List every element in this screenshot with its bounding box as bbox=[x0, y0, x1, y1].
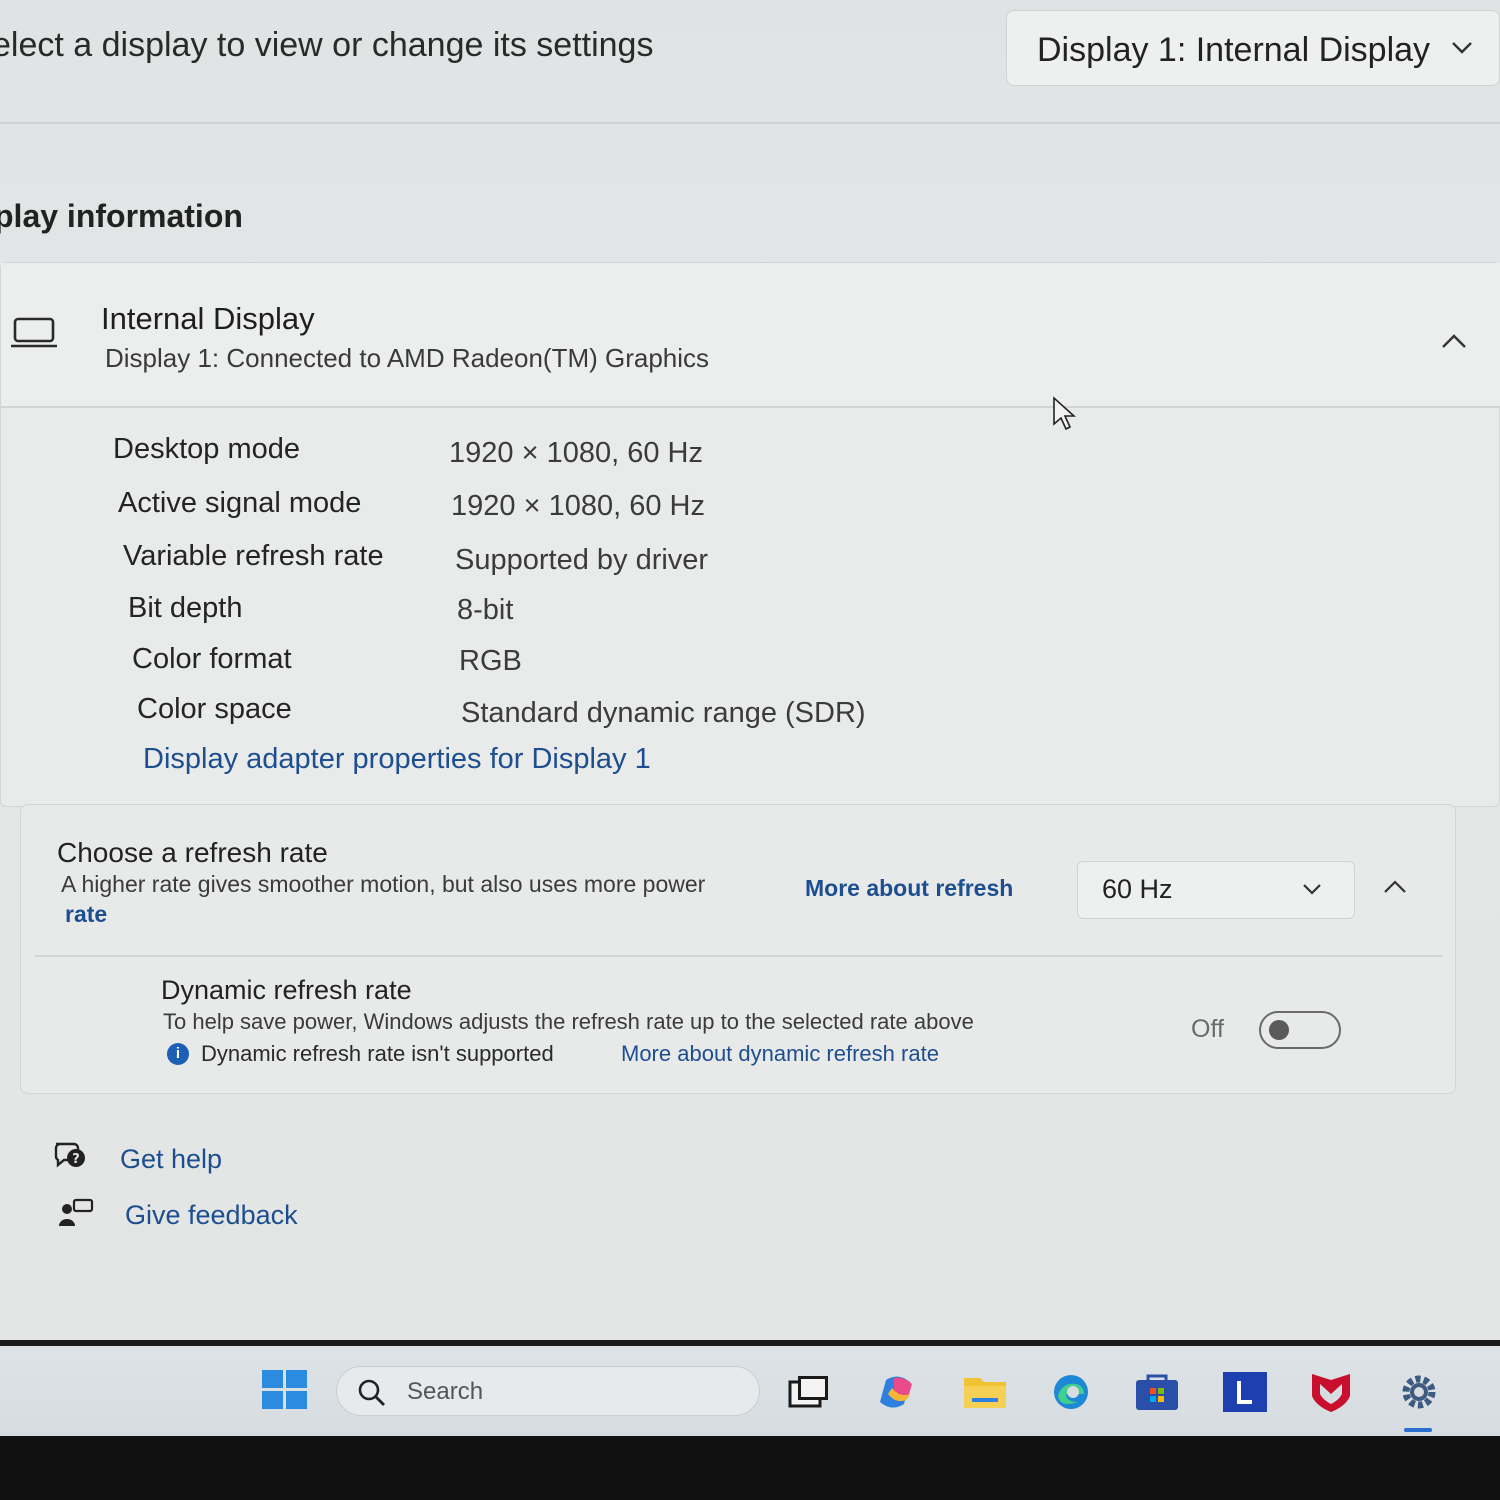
give-feedback-link[interactable]: Give feedback bbox=[125, 1200, 298, 1231]
info-label-vrr: Variable refresh rate bbox=[123, 540, 384, 572]
dynamic-refresh-description: To help save power, Windows adjusts the … bbox=[163, 1009, 974, 1034]
file-explorer-icon[interactable] bbox=[962, 1372, 1008, 1412]
dynamic-refresh-title: Dynamic refresh rate bbox=[161, 975, 412, 1005]
chevron-up-icon[interactable] bbox=[1441, 325, 1467, 356]
laptop-icon bbox=[11, 317, 57, 354]
display-name: Internal Display bbox=[101, 301, 315, 336]
task-view-icon[interactable] bbox=[786, 1372, 832, 1412]
divider bbox=[0, 122, 1500, 124]
get-help-icon: ? bbox=[52, 1140, 90, 1177]
info-label-color-format: Color format bbox=[132, 643, 292, 675]
taskbar-search[interactable]: Search bbox=[336, 1366, 760, 1416]
section-title: play information bbox=[0, 198, 243, 234]
edge-icon[interactable] bbox=[1048, 1372, 1094, 1412]
divider bbox=[35, 955, 1443, 957]
settings-window: elect a display to view or change its se… bbox=[0, 0, 1500, 1340]
info-value-color-format: RGB bbox=[459, 645, 522, 677]
chevron-down-icon bbox=[1451, 35, 1473, 61]
settings-icon[interactable] bbox=[1396, 1372, 1442, 1412]
svg-text:?: ? bbox=[72, 1152, 80, 1167]
get-help-link[interactable]: Get help bbox=[120, 1144, 222, 1175]
info-icon: i bbox=[167, 1043, 189, 1065]
mcafee-icon[interactable] bbox=[1308, 1372, 1354, 1412]
info-value-vrr: Supported by driver bbox=[455, 544, 709, 576]
display-adapter-properties-link[interactable]: Display adapter properties for Display 1 bbox=[143, 743, 651, 776]
info-value-active-signal: 1920 × 1080, 60 Hz bbox=[451, 490, 705, 522]
info-label-active-signal: Active signal mode bbox=[118, 487, 362, 519]
toggle-state-label: Off bbox=[1191, 1015, 1224, 1043]
info-label-desktop-mode: Desktop mode bbox=[113, 433, 300, 465]
display-info-card: Internal Display Display 1: Connected to… bbox=[0, 262, 1500, 807]
info-label-color-space: Color space bbox=[137, 693, 292, 725]
refresh-rate-title: Choose a refresh rate bbox=[57, 837, 328, 868]
info-value-color-space: Standard dynamic range (SDR) bbox=[461, 697, 866, 729]
lenovo-icon[interactable] bbox=[1222, 1372, 1268, 1412]
store-icon[interactable] bbox=[1134, 1372, 1180, 1412]
start-button[interactable] bbox=[262, 1370, 308, 1410]
refresh-rate-value: 60 Hz bbox=[1102, 874, 1173, 904]
active-app-indicator bbox=[1404, 1428, 1432, 1432]
mouse-cursor-icon bbox=[1052, 396, 1077, 437]
info-value-bit-depth: 8-bit bbox=[457, 594, 514, 626]
toggle-knob bbox=[1269, 1020, 1289, 1040]
more-about-refresh-link-wrap[interactable]: rate bbox=[65, 901, 107, 928]
dynamic-refresh-toggle[interactable] bbox=[1259, 1011, 1341, 1049]
give-feedback-icon bbox=[58, 1198, 94, 1235]
more-about-dynamic-refresh-link[interactable]: More about dynamic refresh rate bbox=[621, 1041, 939, 1067]
info-label-bit-depth: Bit depth bbox=[128, 592, 243, 624]
refresh-rate-dropdown[interactable]: 60 Hz bbox=[1077, 861, 1355, 919]
display-info-header[interactable]: Internal Display Display 1: Connected to… bbox=[1, 263, 1500, 408]
screen-bezel bbox=[0, 1436, 1500, 1500]
copilot-icon[interactable] bbox=[876, 1372, 922, 1412]
display-select-value: Display 1: Internal Display bbox=[1037, 31, 1431, 69]
refresh-rate-card: Choose a refresh rate A higher rate give… bbox=[20, 804, 1456, 1094]
refresh-rate-description: A higher rate gives smoother motion, but… bbox=[61, 871, 706, 897]
display-connection: Display 1: Connected to AMD Radeon(TM) G… bbox=[105, 343, 710, 373]
more-about-refresh-link[interactable]: More about refresh bbox=[805, 875, 1013, 902]
search-icon bbox=[357, 1378, 387, 1413]
chevron-up-icon[interactable] bbox=[1383, 873, 1407, 901]
search-placeholder: Search bbox=[407, 1378, 484, 1405]
display-select-dropdown[interactable]: Display 1: Internal Display bbox=[1006, 10, 1500, 86]
taskbar: Search bbox=[0, 1346, 1500, 1436]
chevron-down-icon bbox=[1302, 878, 1322, 901]
info-value-desktop-mode: 1920 × 1080, 60 Hz bbox=[449, 437, 703, 469]
select-display-prompt: elect a display to view or change its se… bbox=[0, 26, 654, 64]
dynamic-refresh-unsupported-note: Dynamic refresh rate isn't supported bbox=[201, 1041, 554, 1066]
